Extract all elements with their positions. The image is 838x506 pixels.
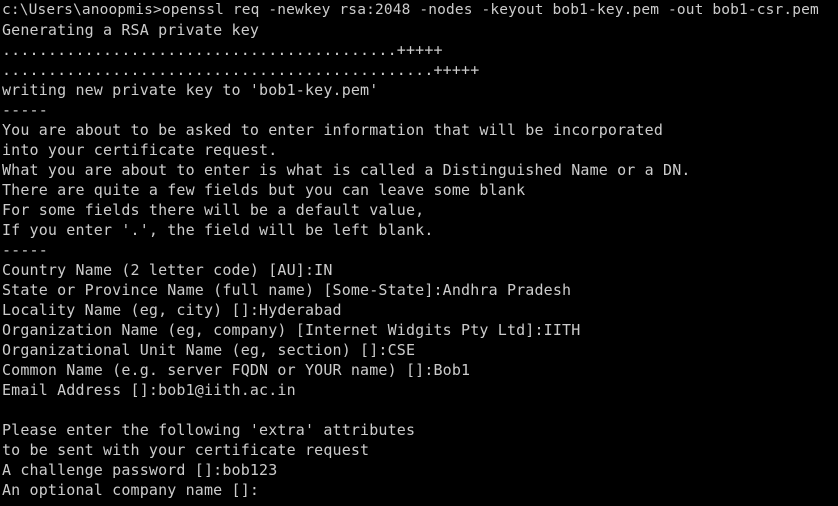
console-prompt-line[interactable]: An optional company name []: [2,480,819,500]
console-line: There are quite a few fields but you can… [2,181,526,199]
console-line: A challenge password []:bob123 [2,461,278,479]
console-line: Organization Name (eg, company) [Interne… [2,321,581,339]
console-line: c:\Users\anoopmis>openssl req -newkey rs… [2,2,819,18]
console-line: ........................................… [2,61,480,79]
console-line: writing new private key to 'bob1-key.pem… [2,81,379,99]
console-line: If you enter '.', the field will be left… [2,221,434,239]
console-line: Country Name (2 letter code) [AU]:IN [2,261,333,279]
console-line: Locality Name (eg, city) []:Hyderabad [2,301,342,319]
console-line: into your certificate request. [2,141,278,159]
console-line: What you are about to enter is what is c… [2,161,691,179]
console-line: ----- [2,241,48,259]
console-line: Generating a RSA private key [2,21,260,39]
console-line: Please enter the following 'extra' attri… [2,421,416,439]
console-line: State or Province Name (full name) [Some… [2,281,572,299]
console-line: ........................................… [2,41,443,59]
console-line: to be sent with your certificate request [2,441,370,459]
console-line: Common Name (e.g. server FQDN or YOUR na… [2,361,471,379]
console-line: Email Address []:bob1@iith.ac.in [2,381,296,399]
console-line: You are about to be asked to enter infor… [2,121,664,139]
console-line: For some fields there will be a default … [2,201,425,219]
terminal-window[interactable]: c:\Users\anoopmis>openssl req -newkey rs… [0,0,838,506]
console-line: ----- [2,101,48,119]
console-output: c:\Users\anoopmis>openssl req -newkey rs… [2,0,819,500]
console-line: Organizational Unit Name (eg, section) [… [2,341,416,359]
